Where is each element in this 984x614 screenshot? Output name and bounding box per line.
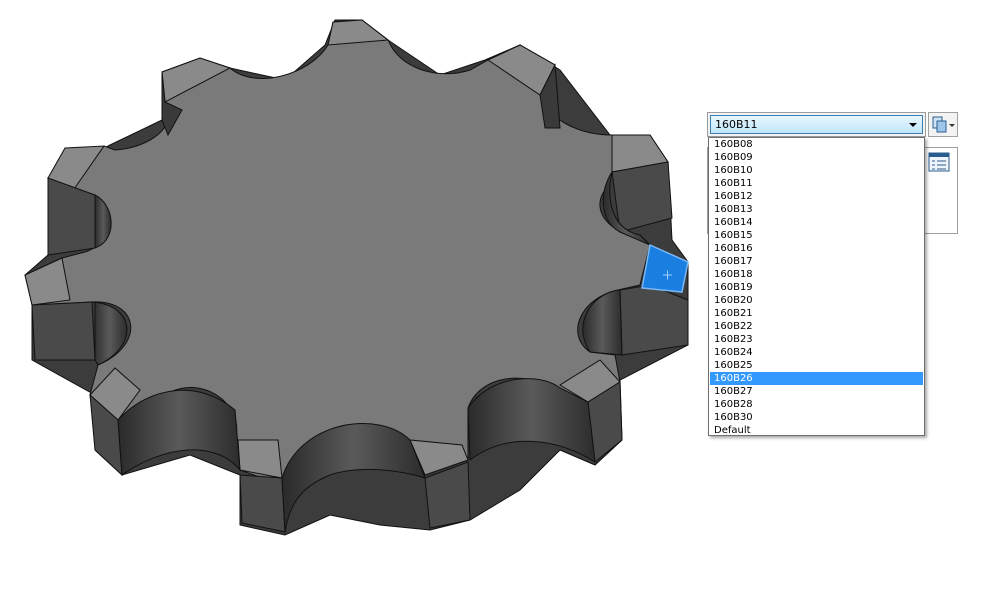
tooth-side [31, 301, 96, 361]
configuration-dropdown-list[interactable]: 160B08 160B09 160B10 160B11 160B12 160B1… [708, 137, 925, 436]
dropdown-option[interactable]: 160B24 [710, 346, 923, 359]
dropdown-option[interactable]: 160B10 [710, 164, 923, 177]
sprocket-model [24, 19, 689, 536]
dropdown-option[interactable]: 160B17 [710, 255, 923, 268]
dropdown-option[interactable]: Default [710, 424, 923, 437]
dropdown-option[interactable]: 160B28 [710, 398, 923, 411]
dropdown-option[interactable]: 160B08 [710, 138, 923, 151]
configuration-button[interactable] [928, 112, 958, 137]
dropdown-option-highlighted[interactable]: 160B26 [710, 372, 923, 385]
dropdown-option[interactable]: 160B27 [710, 385, 923, 398]
dropdown-option[interactable]: 160B22 [710, 320, 923, 333]
dropdown-option[interactable]: 160B15 [710, 229, 923, 242]
configuration-combo-frame: 160B11 [707, 112, 926, 137]
configuration-current-value: 160B11 [715, 118, 758, 131]
dropdown-option[interactable]: 160B09 [710, 151, 923, 164]
dropdown-option[interactable]: 160B18 [710, 268, 923, 281]
configuration-select[interactable]: 160B11 [710, 115, 923, 134]
dropdown-option[interactable]: 160B19 [710, 281, 923, 294]
list-view-icon[interactable] [928, 152, 950, 174]
tooth-flat [24, 257, 71, 306]
dropdown-option[interactable]: 160B16 [710, 242, 923, 255]
dropdown-option[interactable]: 160B14 [710, 216, 923, 229]
configuration-icon [932, 116, 955, 133]
dropdown-option[interactable]: 160B12 [710, 190, 923, 203]
tooth-side [619, 284, 689, 356]
chevron-down-icon[interactable] [909, 123, 917, 127]
dropdown-option[interactable]: 160B13 [710, 203, 923, 216]
dropdown-option[interactable]: 160B11 [710, 177, 923, 190]
dropdown-option[interactable]: 160B20 [710, 294, 923, 307]
tooth-flat [327, 19, 390, 46]
tooth-side [239, 474, 286, 533]
dropdown-option[interactable]: 160B30 [710, 411, 923, 424]
dropdown-option[interactable]: 160B21 [710, 307, 923, 320]
dropdown-option[interactable]: 160B23 [710, 333, 923, 346]
dropdown-option[interactable]: 160B25 [710, 359, 923, 372]
